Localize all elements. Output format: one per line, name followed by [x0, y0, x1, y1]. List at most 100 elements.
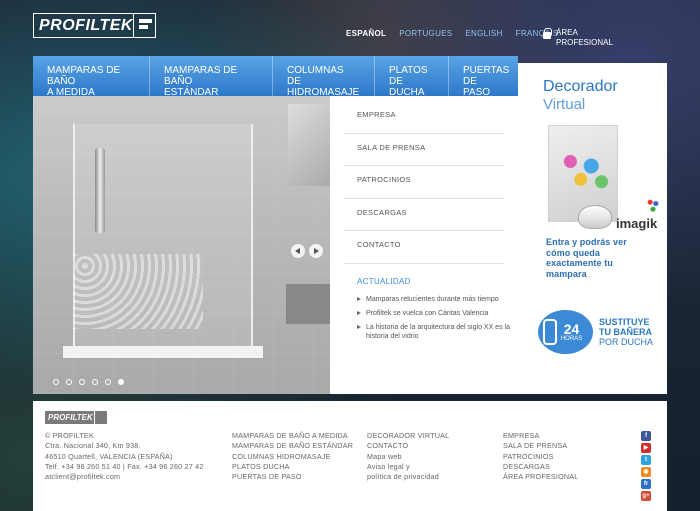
slider-dots [53, 379, 124, 385]
footer-link[interactable]: COLUMNAS HIDROMASAJE [232, 452, 353, 462]
news-item-text: Profiltek se vuelca con Cáritas Valencia [366, 310, 489, 317]
flickr-icon[interactable]: fr [641, 479, 651, 489]
nav-columnas-hidromasaje[interactable]: COLUMNAS DE HIDROMASAJE [273, 56, 375, 98]
colorful-pattern [560, 148, 612, 193]
language-selector: ESPAÑOL PORTUGUES ENGLISH FRANÇAIS [346, 29, 559, 38]
footer-link[interactable]: PLATOS DUCHA [232, 462, 353, 472]
slider-dot[interactable] [92, 379, 98, 385]
imagik-brand: imagik [616, 216, 658, 231]
side-item-descargas[interactable]: DESCARGAS [344, 199, 504, 231]
promo-badge: 24 HORAS [538, 310, 593, 354]
promo-number: 24 [563, 321, 580, 337]
footer-link[interactable]: política de privacidad [367, 472, 449, 482]
side-item-contacto[interactable]: CONTACTO [344, 231, 504, 264]
footer-city: 46510 Quartell, VALENCIA (ESPAÑA) [45, 451, 173, 461]
lang-portugues[interactable]: PORTUGUES [399, 29, 452, 38]
area-profesional-label: ÁREA PROFESIONAL [556, 28, 613, 47]
logo-text: PROFILTEK [39, 16, 133, 34]
area-profesional-link[interactable]: ÁREA PROFESIONAL [543, 28, 613, 48]
footer-address: © PROFILTEK Ctra. Nacional 340, Km 938. … [45, 431, 204, 482]
footer-site-links: DECORADOR VIRTUAL CONTACTO Mapa web Avis… [367, 431, 449, 482]
decorador-description: Entra y podrás ver cómo queda exactament… [546, 237, 627, 279]
slider-prev-icon[interactable] [291, 244, 305, 258]
slider-dot[interactable] [79, 379, 85, 385]
rss-icon[interactable]: ◉ [641, 467, 651, 477]
side-item-patrocinios[interactable]: PATROCINIOS [344, 166, 504, 199]
footer-link[interactable]: Aviso legal y [367, 462, 449, 472]
footer: PROFILTEK © PROFILTEK Ctra. Nacional 340… [33, 401, 667, 511]
footer-copyright: © PROFILTEK [45, 431, 94, 440]
footer-phone: Telf. +34 96 260 51 40 | Fax. +34 96 260… [45, 461, 204, 471]
bathroom-cabinet [286, 284, 330, 324]
promo-line1: SUSTITUYE [599, 317, 650, 327]
news-item-text: Mamparas relucientes durante más tiempo [366, 296, 499, 303]
footer-logo: PROFILTEK [45, 411, 107, 424]
lang-espanol[interactable]: ESPAÑOL [346, 29, 386, 38]
twitter-icon[interactable]: t [641, 455, 651, 465]
side-item-empresa[interactable]: EMPRESA [344, 101, 504, 134]
google-plus-icon[interactable]: g+ [641, 491, 651, 501]
promo-line2: TU BAÑERA [599, 327, 652, 337]
footer-link[interactable]: DECORADOR VIRTUAL [367, 431, 449, 441]
mirror [288, 104, 330, 186]
nav-mamparas-medida[interactable]: MAMPARAS DE BAÑO A MEDIDA [33, 56, 150, 98]
footer-link[interactable]: SALA DE PRENSA [503, 441, 579, 451]
main-nav: MAMPARAS DE BAÑO A MEDIDA MAMPARAS DE BA… [33, 56, 518, 98]
footer-link[interactable]: PATROCINIOS [503, 452, 579, 462]
footer-link[interactable]: MAMPARAS DE BAÑO ESTÁNDAR [232, 441, 353, 451]
nav-puertas-paso[interactable]: PUERTAS DE PASO [449, 56, 518, 98]
shower-tray [63, 346, 263, 358]
decorador-subtitle: Virtual [543, 96, 586, 113]
promo-unit: HORAS [560, 336, 583, 342]
logo-mark-icon [132, 14, 155, 37]
footer-link[interactable]: Mapa web [367, 452, 449, 462]
footer-street: Ctra. Nacional 340, Km 938. [45, 441, 141, 451]
mouse-icon [578, 205, 612, 229]
page-wrapper: PROFILTEK ESPAÑOL PORTUGUES ENGLISH FRAN… [33, 0, 667, 511]
promo-text: SUSTITUYE TU BAÑERA POR DUCHA [599, 317, 653, 347]
promo-line3: POR DUCHA [599, 337, 654, 347]
nav-mamparas-estandar[interactable]: MAMPARAS DE BAÑO ESTÁNDAR [150, 56, 273, 98]
footer-products-links: MAMPARAS DE BAÑO A MEDIDA MAMPARAS DE BA… [232, 431, 353, 482]
footer-company-links: EMPRESA SALA DE PRENSA PATROCINIOS DESCA… [503, 431, 579, 482]
footer-link[interactable]: PUERTAS DE PASO [232, 472, 353, 482]
footer-link[interactable]: EMPRESA [503, 431, 579, 441]
slider-dot[interactable] [66, 379, 72, 385]
shower-icon [543, 319, 557, 345]
slider-dot[interactable] [105, 379, 111, 385]
slider-next-icon[interactable] [309, 244, 323, 258]
footer-link[interactable]: CONTACTO [367, 441, 449, 451]
facebook-icon[interactable]: f [641, 431, 651, 441]
slider-dot[interactable] [118, 379, 124, 385]
decorador-virtual-panel[interactable]: Decorador Virtual imagik Entra y podrás … [518, 63, 667, 394]
bullet-arrow-icon [357, 311, 361, 315]
news-item[interactable]: La historia de la arquitectura del siglo… [346, 323, 516, 341]
hero-slider[interactable] [33, 96, 330, 394]
footer-link[interactable]: ÁREA PROFESIONAL [503, 472, 579, 482]
lock-icon [543, 28, 552, 39]
news-item[interactable]: Profiltek se vuelca con Cáritas Valencia [346, 309, 516, 318]
news-item-text: La historia de la arquitectura del siglo… [366, 324, 510, 340]
lang-english[interactable]: ENGLISH [465, 29, 502, 38]
news-title: ACTUALIDAD [357, 277, 411, 286]
nav-platos-ducha[interactable]: PLATOS DE DUCHA [375, 56, 449, 98]
shower-column [95, 148, 105, 233]
profiltek-logo[interactable]: PROFILTEK [33, 13, 156, 38]
footer-link[interactable]: DESCARGAS [503, 462, 579, 472]
footer-email-link[interactable]: atclient@profiltek.com [45, 472, 204, 482]
footer-link[interactable]: MAMPARAS DE BAÑO A MEDIDA [232, 431, 353, 441]
bullet-arrow-icon [357, 325, 361, 329]
side-menu: EMPRESA SALA DE PRENSA PATROCINIOS DESCA… [344, 101, 504, 264]
imagik-burst-icon [646, 198, 660, 212]
promo-24h[interactable]: 24 HORAS SUSTITUYE TU BAÑERA POR DUCHA [538, 310, 653, 354]
glass-decoration [73, 254, 203, 329]
youtube-icon[interactable]: ▶ [641, 443, 651, 453]
bullet-arrow-icon [357, 297, 361, 301]
side-item-sala-prensa[interactable]: SALA DE PRENSA [344, 134, 504, 166]
slider-dot[interactable] [53, 379, 59, 385]
decorador-title: Decorador [543, 78, 618, 95]
news-section: ACTUALIDAD Mamparas relucientes durante … [346, 277, 516, 346]
slider-arrows [291, 244, 323, 258]
news-item[interactable]: Mamparas relucientes durante más tiempo [346, 295, 516, 304]
social-links: f ▶ t ◉ fr g+ [641, 431, 651, 501]
